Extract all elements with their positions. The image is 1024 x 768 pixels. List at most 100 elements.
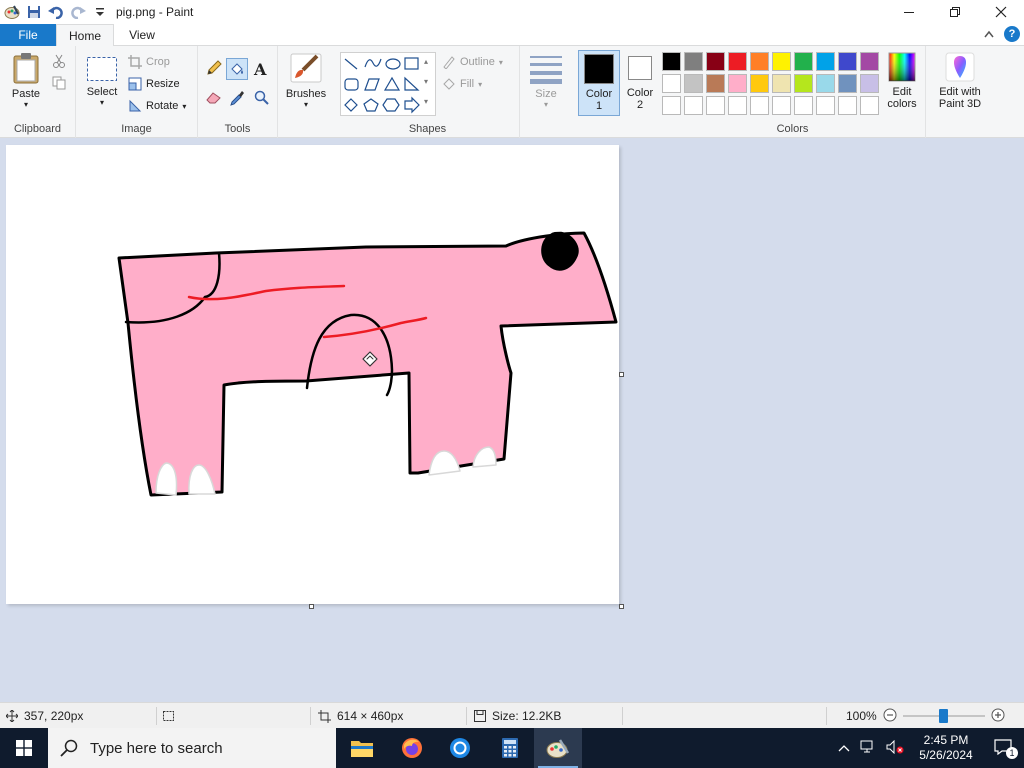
taskbar-chrome[interactable]	[436, 728, 484, 768]
palette-swatch[interactable]	[728, 52, 747, 71]
palette-swatch[interactable]	[772, 52, 791, 71]
minimize-button[interactable]	[886, 0, 932, 24]
canvas-resize-handle-corner[interactable]	[619, 604, 624, 609]
image-dimensions: 614 × 460px	[318, 703, 403, 729]
canvas-resize-handle-bottom[interactable]	[309, 604, 314, 609]
palette-swatch[interactable]	[684, 96, 703, 115]
volume-muted-icon[interactable]	[880, 739, 910, 757]
palette-swatch[interactable]	[838, 52, 857, 71]
network-icon[interactable]	[856, 740, 880, 757]
edit-colors-button[interactable]: Edit colors	[886, 52, 918, 110]
color2-swatch	[628, 56, 652, 80]
crop-button[interactable]: Crop	[128, 52, 170, 72]
palette-swatch[interactable]	[728, 74, 747, 93]
palette-swatch[interactable]	[838, 96, 857, 115]
rotate-button[interactable]: Rotate ▾	[128, 96, 186, 116]
zoom-in-button[interactable]	[991, 708, 1005, 725]
palette-swatch[interactable]	[860, 96, 879, 115]
taskbar-paint[interactable]	[534, 728, 582, 768]
canvas-resize-handle-right[interactable]	[619, 372, 624, 377]
taskbar-search-box[interactable]: Type here to search	[48, 728, 336, 768]
size-button[interactable]: Size ▾	[524, 54, 568, 109]
palette-swatch[interactable]	[794, 96, 813, 115]
palette-swatch[interactable]	[684, 74, 703, 93]
collapse-ribbon-icon[interactable]	[984, 27, 994, 41]
zoom-slider[interactable]	[902, 709, 985, 723]
color2-number: 2	[636, 99, 644, 111]
palette-swatch[interactable]	[662, 52, 681, 71]
cut-icon[interactable]	[52, 54, 66, 71]
palette-swatch[interactable]	[794, 74, 813, 93]
tab-file[interactable]: File	[0, 24, 56, 46]
color-picker-icon[interactable]	[230, 90, 244, 109]
fill-bucket-icon[interactable]	[226, 58, 248, 80]
fill-button[interactable]: Fill ▾	[442, 74, 482, 94]
pencil-icon[interactable]	[206, 60, 222, 79]
canvas-workspace[interactable]	[0, 138, 1024, 702]
help-icon[interactable]: ?	[1004, 26, 1020, 42]
resize-button[interactable]: Resize	[128, 74, 180, 94]
chevron-up-icon[interactable]	[832, 741, 856, 755]
copy-icon[interactable]	[52, 76, 66, 93]
window-controls	[886, 0, 1024, 24]
taskbar-firefox[interactable]	[388, 728, 436, 768]
palette-swatch[interactable]	[860, 74, 879, 93]
ribbon-tabs: File Home View ?	[0, 24, 1024, 47]
selection-size	[162, 703, 175, 729]
magnifier-icon[interactable]	[254, 90, 269, 108]
edit-with-paint3d-button[interactable]: Edit with Paint 3D	[932, 52, 988, 110]
taskbar-file-explorer[interactable]	[338, 728, 386, 768]
palette-swatch[interactable]	[772, 96, 791, 115]
brushes-button[interactable]: Brushes ▾	[282, 52, 330, 109]
tab-view[interactable]: View	[114, 24, 170, 46]
paste-button[interactable]: Paste ▾	[6, 52, 46, 109]
drawing-canvas[interactable]	[6, 145, 619, 604]
zoom-slider-thumb[interactable]	[939, 709, 949, 723]
palette-swatch[interactable]	[706, 74, 725, 93]
palette-swatch[interactable]	[706, 52, 725, 71]
palette-swatch[interactable]	[706, 96, 725, 115]
save-icon[interactable]	[26, 4, 42, 20]
select-icon	[87, 57, 117, 81]
palette-swatch[interactable]	[860, 52, 879, 71]
palette-swatch[interactable]	[750, 96, 769, 115]
clock-date: 5/26/2024	[919, 748, 973, 762]
palette-swatch[interactable]	[772, 74, 791, 93]
start-button[interactable]	[0, 728, 48, 768]
palette-swatch[interactable]	[750, 74, 769, 93]
restore-button[interactable]	[932, 0, 978, 24]
file-size: Size: 12.2KB	[474, 703, 561, 729]
image-group-label: Image	[121, 123, 152, 135]
palette-swatch[interactable]	[684, 52, 703, 71]
close-button[interactable]	[978, 0, 1024, 24]
action-center-icon[interactable]: 1	[982, 738, 1024, 759]
customize-toolbar-icon[interactable]	[92, 4, 108, 20]
eraser-icon[interactable]	[206, 90, 222, 107]
select-button[interactable]: Select ▾	[82, 56, 122, 107]
palette-swatch[interactable]	[816, 52, 835, 71]
palette-swatch[interactable]	[816, 96, 835, 115]
color2-button[interactable]: Color 2	[622, 50, 658, 116]
undo-icon[interactable]	[48, 4, 64, 20]
edit-colors-label: Edit	[892, 86, 912, 98]
palette-swatch[interactable]	[750, 52, 769, 71]
palette-swatch[interactable]	[662, 74, 681, 93]
color1-swatch	[584, 54, 614, 84]
tab-home[interactable]: Home	[56, 24, 114, 47]
redo-icon[interactable]	[70, 4, 86, 20]
cursor-position-icon	[6, 710, 18, 722]
palette-swatch[interactable]	[728, 96, 747, 115]
paint3d-label-2: Paint 3D	[938, 98, 982, 110]
outline-button[interactable]: Outline ▾	[442, 52, 503, 72]
palette-swatch[interactable]	[838, 74, 857, 93]
system-clock[interactable]: 2:45 PM 5/26/2024	[910, 733, 982, 763]
text-tool-icon[interactable]: A	[254, 60, 266, 79]
color1-button[interactable]: Color 1	[578, 50, 620, 116]
pig-drawing	[117, 231, 618, 497]
paint-app-icon[interactable]	[4, 4, 20, 20]
palette-swatch[interactable]	[816, 74, 835, 93]
taskbar-calculator[interactable]	[486, 728, 534, 768]
palette-swatch[interactable]	[794, 52, 813, 71]
zoom-out-button[interactable]	[883, 708, 897, 725]
palette-swatch[interactable]	[662, 96, 681, 115]
